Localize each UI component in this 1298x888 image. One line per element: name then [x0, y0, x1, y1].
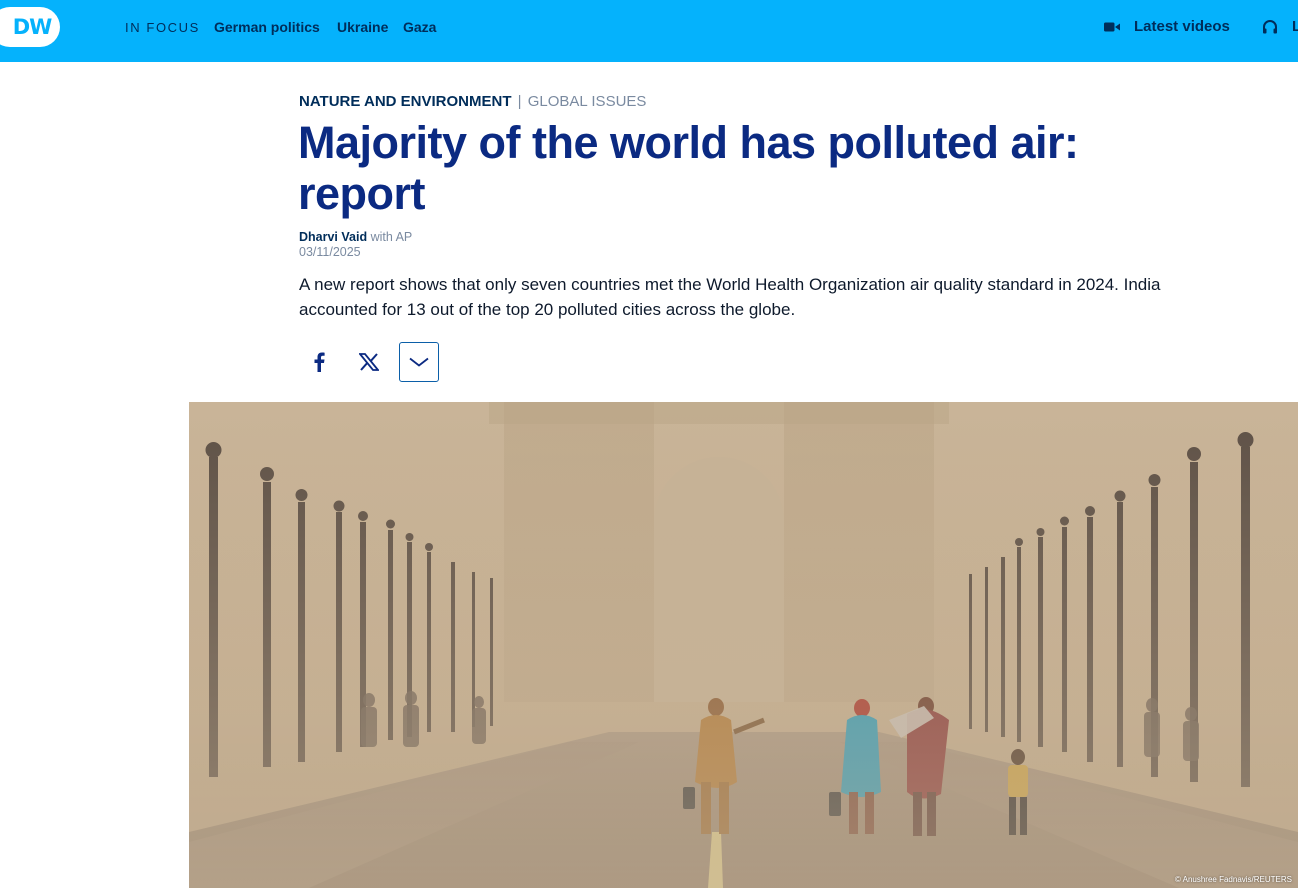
nav-link-german-politics[interactable]: German politics — [214, 19, 320, 35]
category-link[interactable]: NATURE AND ENVIRONMENT — [299, 93, 512, 110]
dw-logo-text: DW — [12, 15, 53, 39]
live-link[interactable]: L — [1262, 18, 1298, 35]
x-icon — [359, 353, 379, 371]
smog-boulevard-illustration — [189, 402, 1298, 888]
publish-date: 03/11/2025 — [299, 245, 361, 259]
top-nav-bar: DW IN FOCUS German politics Ukraine Gaza… — [0, 0, 1298, 62]
article-headline: Majority of the world has polluted air: … — [298, 117, 1079, 219]
nav-link-ukraine[interactable]: Ukraine — [337, 19, 388, 35]
in-focus-label: IN FOCUS — [125, 20, 200, 35]
facebook-icon — [314, 352, 325, 372]
article-teaser: A new report shows that only seven count… — [299, 275, 1161, 319]
article-kicker: NATURE AND ENVIRONMENT | GLOBAL ISSUES — [299, 93, 646, 110]
chevron-down-icon — [409, 357, 429, 367]
share-x-button[interactable] — [349, 342, 389, 382]
share-facebook-button[interactable] — [299, 342, 339, 382]
headphones-icon — [1263, 19, 1277, 33]
author-link[interactable]: Dharvi Vaid — [299, 230, 367, 244]
live-label: L — [1292, 18, 1298, 35]
dw-logo[interactable]: DW — [0, 7, 60, 47]
photo-credit: © Anushree Fadnavis/REUTERS — [1174, 875, 1292, 884]
subcategory-link[interactable]: GLOBAL ISSUES — [528, 93, 647, 110]
latest-videos-label: Latest videos — [1134, 18, 1230, 35]
article-hero-image: © Anushree Fadnavis/REUTERS — [189, 402, 1298, 888]
nav-link-gaza[interactable]: Gaza — [403, 19, 436, 35]
author-suffix: with AP — [370, 230, 413, 244]
byline: Dharvi Vaid with AP — [299, 229, 412, 245]
share-more-button[interactable] — [399, 342, 439, 382]
latest-videos-link[interactable]: Latest videos — [1104, 18, 1230, 35]
share-bar — [299, 342, 439, 382]
kicker-separator: | — [517, 93, 522, 110]
video-camera-icon — [1104, 22, 1120, 31]
